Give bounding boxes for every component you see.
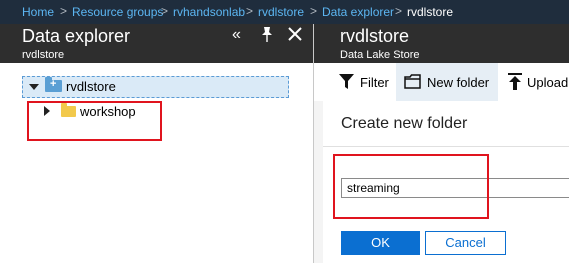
store-folder-icon: + [45, 77, 62, 92]
breadcrumb-data-explorer[interactable]: Data explorer [322, 5, 394, 19]
filter-label: Filter [360, 75, 389, 90]
breadcrumb-current: rvdlstore [407, 5, 454, 19]
toolbar: Filter New folder Upload [314, 63, 569, 101]
breadcrumb-separator: > [395, 4, 403, 18]
data-explorer-header: Data explorer rvdlstore « [0, 24, 313, 63]
dialog-title: Create new folder [341, 115, 468, 132]
upload-button[interactable]: Upload [498, 63, 569, 101]
cancel-button[interactable]: Cancel [425, 231, 506, 255]
highlight-box-workshop [27, 101, 162, 141]
pin-icon[interactable] [259, 26, 275, 48]
filter-button[interactable]: Filter [314, 63, 396, 101]
store-subtitle: Data Lake Store [340, 49, 420, 61]
blade-title: Data explorer [22, 26, 131, 46]
dialog-divider [323, 146, 569, 147]
tree-root-label: rvdlstore [66, 79, 116, 94]
expand-arrow-icon[interactable] [29, 84, 39, 90]
close-icon[interactable] [288, 27, 302, 46]
breadcrumb-home[interactable]: Home [22, 5, 54, 19]
store-blade-header: rvdlstore Data Lake Store [314, 24, 569, 63]
filter-icon [339, 74, 354, 94]
breadcrumb-separator: > [246, 4, 254, 18]
breadcrumb-separator: > [60, 4, 68, 18]
blade-subtitle: rvdlstore [22, 49, 65, 61]
upload-label: Upload [527, 75, 569, 90]
highlight-box-folder-name [333, 154, 489, 219]
breadcrumb: Home > Resource groups > rvhandsonlab > … [0, 0, 569, 24]
breadcrumb-rvdlstore[interactable]: rvdlstore [258, 5, 304, 19]
store-title: rvdlstore [340, 26, 410, 46]
new-folder-button[interactable]: New folder [396, 63, 498, 101]
new-folder-icon [404, 74, 421, 94]
breadcrumb-separator: > [310, 4, 318, 18]
breadcrumb-rvhandsonlab[interactable]: rvhandsonlab [173, 5, 245, 19]
breadcrumb-separator: > [161, 4, 169, 18]
collapse-icon[interactable]: « [232, 26, 241, 44]
upload-icon [508, 73, 522, 95]
ok-button[interactable]: OK [341, 231, 420, 255]
new-folder-label: New folder [427, 75, 490, 90]
tree-root-item[interactable]: + rvdlstore [22, 76, 289, 98]
breadcrumb-resource-groups[interactable]: Resource groups [72, 5, 163, 19]
